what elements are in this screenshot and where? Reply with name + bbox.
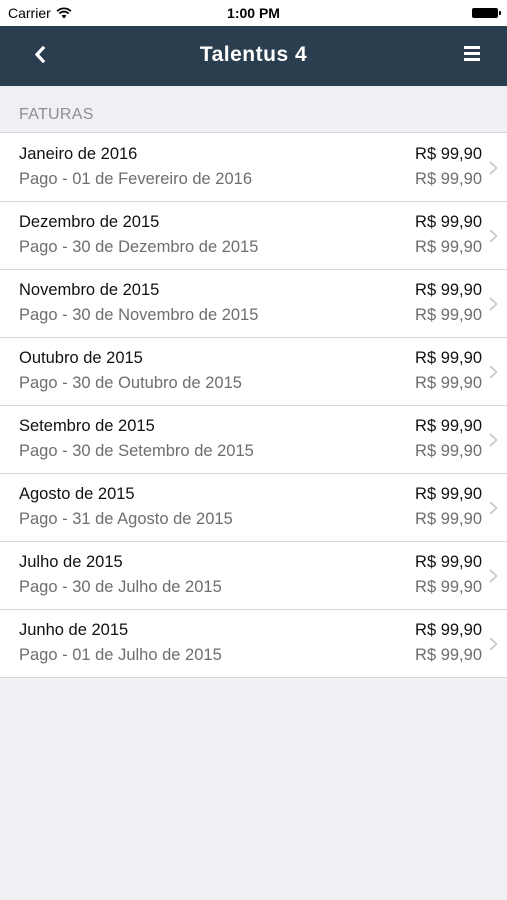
invoice-amount: R$ 99,90 <box>415 417 482 435</box>
invoice-amount: R$ 99,90 <box>415 349 482 367</box>
invoice-paid-amount: R$ 99,90 <box>415 238 482 256</box>
invoice-amount: R$ 99,90 <box>415 621 482 639</box>
invoice-paid-amount: R$ 99,90 <box>415 442 482 460</box>
invoice-amount: R$ 99,90 <box>415 145 482 163</box>
section-header: FATURAS <box>19 106 94 123</box>
chevron-right-icon <box>489 637 498 651</box>
invoice-amount: R$ 99,90 <box>415 213 482 231</box>
invoice-month: Agosto de 2015 <box>19 485 135 503</box>
invoice-payment-status: Pago - 30 de Outubro de 2015 <box>19 374 242 392</box>
chevron-right-icon <box>489 229 498 243</box>
invoice-amount: R$ 99,90 <box>415 485 482 503</box>
hamburger-menu-icon-line <box>464 52 480 55</box>
hamburger-menu-icon-line <box>464 58 480 61</box>
page-title: Talentus 4 <box>199 43 308 66</box>
invoice-paid-amount: R$ 99,90 <box>415 646 482 664</box>
status-bar: Carrier 1:00 PM <box>0 0 507 26</box>
invoice-amount: R$ 99,90 <box>415 281 482 299</box>
invoice-payment-status: Pago - 30 de Novembro de 2015 <box>19 306 259 324</box>
invoice-row[interactable]: Dezembro de 2015 Pago - 30 de Dezembro d… <box>0 201 507 269</box>
invoice-payment-status: Pago - 30 de Dezembro de 2015 <box>19 238 259 256</box>
invoice-payment-status: Pago - 31 de Agosto de 2015 <box>19 510 233 528</box>
invoice-paid-amount: R$ 99,90 <box>415 306 482 324</box>
invoice-row[interactable]: Outubro de 2015 Pago - 30 de Outubro de … <box>0 337 507 405</box>
hamburger-menu-icon <box>464 46 480 49</box>
status-time: 1:00 PM <box>227 5 280 21</box>
invoice-month: Outubro de 2015 <box>19 349 143 367</box>
invoice-month: Janeiro de 2016 <box>19 145 138 163</box>
invoice-amount: R$ 99,90 <box>415 553 482 571</box>
chevron-right-icon <box>489 569 498 583</box>
invoice-row[interactable]: Julho de 2015 Pago - 30 de Julho de 2015… <box>0 541 507 609</box>
invoice-month: Setembro de 2015 <box>19 417 155 435</box>
invoice-row[interactable]: Janeiro de 2016 Pago - 01 de Fevereiro d… <box>0 133 507 201</box>
invoice-row[interactable]: Agosto de 2015 Pago - 31 de Agosto de 20… <box>0 473 507 541</box>
chevron-right-icon <box>489 433 498 447</box>
invoice-list: Janeiro de 2016 Pago - 01 de Fevereiro d… <box>0 132 507 678</box>
chevron-right-icon <box>489 161 498 175</box>
battery-icon <box>472 8 501 18</box>
invoice-month: Junho de 2015 <box>19 621 129 639</box>
chevron-right-icon <box>489 297 498 311</box>
invoice-month: Julho de 2015 <box>19 553 123 571</box>
invoice-payment-status: Pago - 30 de Julho de 2015 <box>19 578 222 596</box>
chevron-right-icon <box>489 365 498 379</box>
invoice-payment-status: Pago - 01 de Julho de 2015 <box>19 646 222 664</box>
invoice-row[interactable]: Junho de 2015 Pago - 01 de Julho de 2015… <box>0 609 507 677</box>
invoice-payment-status: Pago - 30 de Setembro de 2015 <box>19 442 254 460</box>
invoice-payment-status: Pago - 01 de Fevereiro de 2016 <box>19 170 252 188</box>
invoice-row[interactable]: Novembro de 2015 Pago - 30 de Novembro d… <box>0 269 507 337</box>
chevron-right-icon <box>489 501 498 515</box>
invoice-month: Novembro de 2015 <box>19 281 160 299</box>
navigation-bar: Talentus 4 <box>0 26 507 86</box>
invoice-paid-amount: R$ 99,90 <box>415 170 482 188</box>
invoice-month: Dezembro de 2015 <box>19 213 160 231</box>
invoice-paid-amount: R$ 99,90 <box>415 374 482 392</box>
invoice-paid-amount: R$ 99,90 <box>415 510 482 528</box>
menu-button[interactable] <box>461 43 483 65</box>
invoice-row[interactable]: Setembro de 2015 Pago - 30 de Setembro d… <box>0 405 507 473</box>
invoice-paid-amount: R$ 99,90 <box>415 578 482 596</box>
